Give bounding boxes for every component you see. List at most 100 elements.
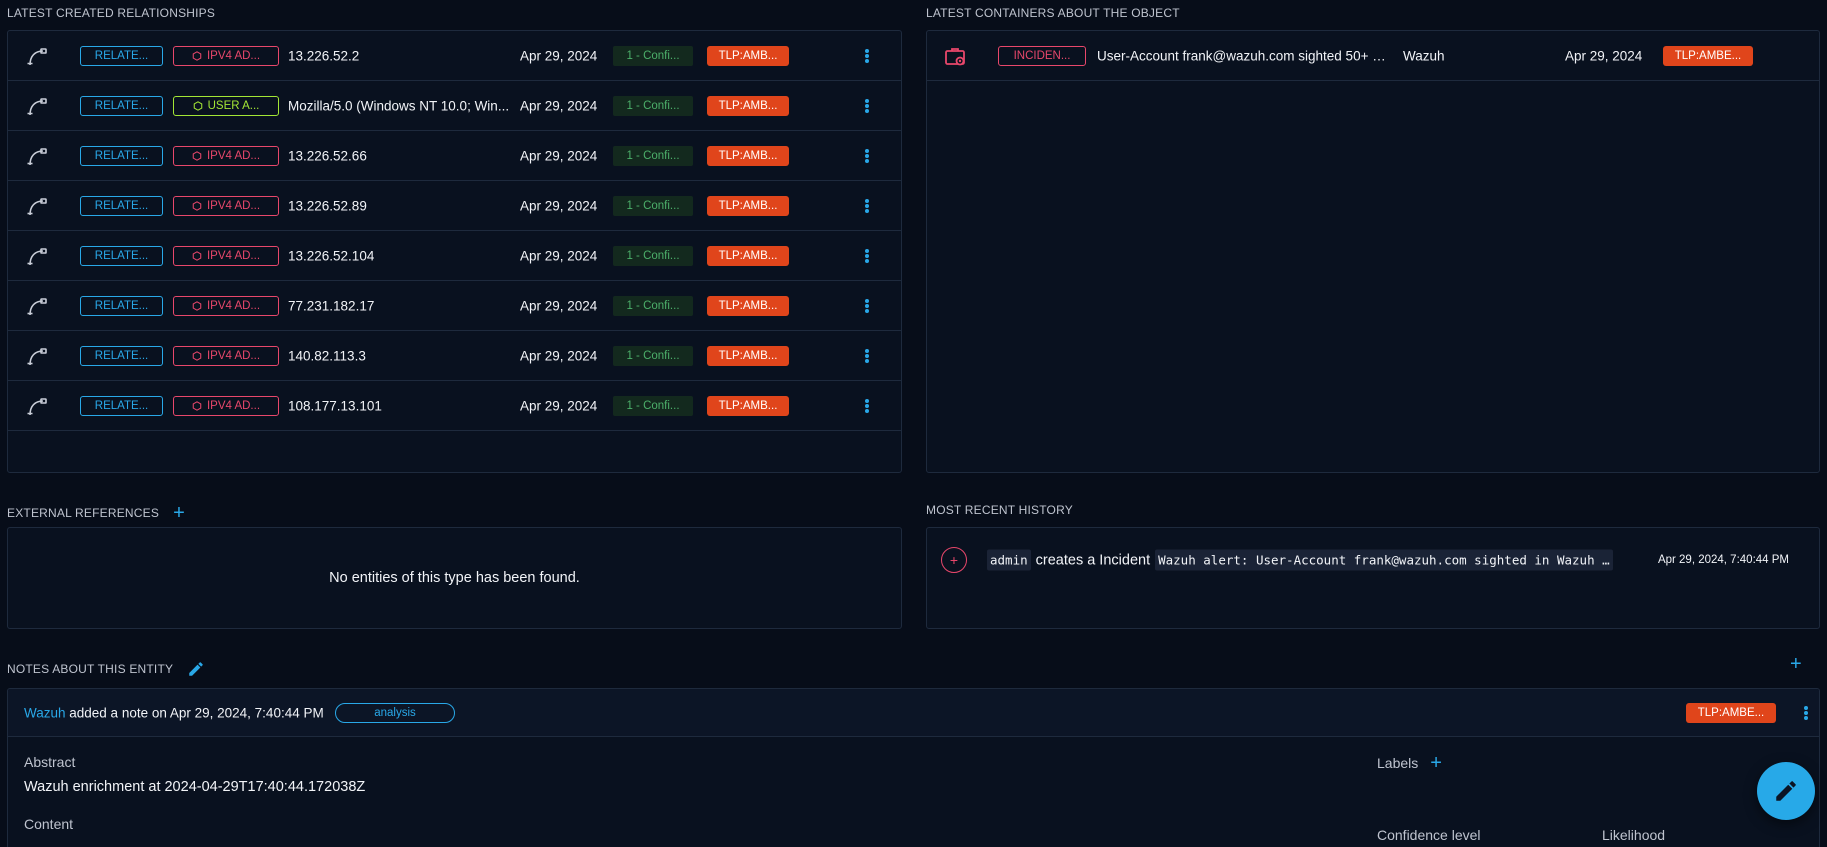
- note-content-label: Content: [24, 816, 74, 832]
- relationship-row[interactable]: RELATE... IPV4 AD... 13.226.52.104 Apr 29, …: [8, 231, 901, 281]
- relationship-row[interactable]: RELATE... IPV4 AD... 13.226.52.2 Apr 29, 20…: [8, 31, 901, 81]
- incident-case-icon: [943, 44, 967, 68]
- edit-fab-button[interactable]: [1757, 762, 1815, 820]
- entity-type-label: IPV4 AD...: [206, 299, 261, 312]
- more-vert-icon[interactable]: [862, 196, 872, 216]
- marking-chip: TLP:AMB...: [707, 395, 789, 416]
- relationship-date: Apr 29, 2024: [520, 348, 598, 363]
- containers-list: INCIDEN... User-Account frank@wazuh.com s…: [927, 31, 1819, 81]
- hexagon-icon: [193, 100, 203, 111]
- relationship-type-chip: RELATE...: [80, 345, 163, 366]
- note-labels-label: Labels: [1377, 755, 1419, 771]
- entity-type-chip: IPV4 AD...: [173, 45, 279, 66]
- containers-title: LATEST CONTAINERS ABOUT THE OBJECT: [926, 6, 1180, 20]
- relationship-icon: [25, 344, 49, 368]
- hexagon-icon: [192, 400, 202, 411]
- relationship-type-chip: RELATE...: [80, 245, 163, 266]
- add-external-reference-button[interactable]: +: [173, 503, 185, 523]
- entity-value: 13.226.52.66: [288, 148, 367, 163]
- marking-chip: TLP:AMB...: [707, 295, 789, 316]
- note-byline: Wazuh added a note on Apr 29, 2024, 7:40…: [24, 705, 324, 720]
- history-target[interactable]: Wazuh alert: User-Account frank@wazuh.co…: [1155, 549, 1614, 571]
- marking-chip: TLP:AMB...: [707, 45, 789, 66]
- note-confidence-label: Confidence level: [1377, 827, 1481, 843]
- entity-value: 13.226.52.2: [288, 48, 360, 63]
- entity-type-label: IPV4 AD...: [206, 399, 261, 412]
- more-vert-icon[interactable]: [862, 396, 872, 416]
- entity-value: Mozilla/5.0 (Windows NT 10.0; Win...: [288, 98, 510, 113]
- add-note-button[interactable]: +: [1790, 654, 1802, 674]
- entity-type-chip: IPV4 AD...: [173, 345, 279, 366]
- marking-chip: TLP:AMB...: [707, 245, 789, 266]
- entity-type-label: IPV4 AD...: [206, 49, 261, 62]
- confidence-chip: 1 - Confi...: [613, 145, 693, 166]
- entity-type-label: IPV4 AD...: [206, 149, 261, 162]
- entity-value: 77.231.182.17: [288, 298, 375, 313]
- relationship-date: Apr 29, 2024: [520, 198, 598, 213]
- hexagon-icon: [192, 350, 202, 361]
- entity-value: 140.82.113.3: [288, 348, 366, 363]
- entity-type-chip: IPV4 AD...: [173, 145, 279, 166]
- note-likelihood-label: Likelihood: [1602, 827, 1666, 843]
- relationship-row[interactable]: RELATE... IPV4 AD... 13.226.52.89 Apr 29, 2…: [8, 181, 901, 231]
- more-vert-icon[interactable]: [862, 296, 872, 316]
- external-references-panel: No entities of this type has been found.: [7, 527, 902, 629]
- entity-type-chip: USER A...: [173, 95, 279, 116]
- relationship-icon: [25, 244, 49, 268]
- relationship-icon: [25, 144, 49, 168]
- container-type-chip: INCIDEN...: [998, 45, 1086, 66]
- external-references-title: EXTERNAL REFERENCES: [7, 506, 160, 520]
- relationship-date: Apr 29, 2024: [520, 48, 598, 63]
- more-vert-icon[interactable]: [862, 46, 872, 66]
- note-labels-header: Labels +: [1377, 753, 1442, 773]
- note-body: Abstract Wazuh enrichment at 2024-04-29T…: [8, 737, 1819, 847]
- entity-value: 13.226.52.89: [288, 198, 367, 213]
- confidence-chip: 1 - Confi...: [613, 295, 693, 316]
- note-author[interactable]: Wazuh: [24, 705, 66, 720]
- pencil-icon: [1773, 778, 1799, 804]
- relationship-row[interactable]: RELATE... IPV4 AD... 13.226.52.66 Apr 29, 2…: [8, 131, 901, 181]
- pencil-icon[interactable]: [187, 660, 205, 678]
- more-vert-icon[interactable]: [862, 146, 872, 166]
- more-vert-icon[interactable]: [862, 96, 872, 116]
- more-vert-icon[interactable]: [862, 246, 872, 266]
- notes-header: NOTES ABOUT THIS ENTITY: [7, 660, 205, 678]
- relationship-icon: [25, 44, 49, 68]
- note-card: Wazuh added a note on Apr 29, 2024, 7:40…: [7, 688, 1820, 847]
- history-date: Apr 29, 2024, 7:40:44 PM: [1657, 554, 1789, 566]
- container-marking-chip: TLP:AMBE...: [1663, 45, 1753, 66]
- relationship-row[interactable]: RELATE... IPV4 AD... 77.231.182.17 Apr 29, …: [8, 281, 901, 331]
- note-more-vert-icon[interactable]: [1801, 703, 1811, 723]
- container-row[interactable]: INCIDEN... User-Account frank@wazuh.com s…: [927, 31, 1819, 81]
- confidence-chip: 1 - Confi...: [613, 345, 693, 366]
- add-label-button[interactable]: +: [1430, 753, 1442, 773]
- relationship-row[interactable]: RELATE... IPV4 AD... 108.177.13.101 Apr 29,…: [8, 381, 901, 431]
- relationship-icon: [25, 94, 49, 118]
- confidence-chip: 1 - Confi...: [613, 395, 693, 416]
- confidence-chip: 1 - Confi...: [613, 45, 693, 66]
- entity-value: 13.226.52.104: [288, 248, 375, 263]
- history-user: admin: [987, 549, 1031, 571]
- history-action: creates a Incident: [1035, 552, 1151, 568]
- more-vert-icon[interactable]: [862, 346, 872, 366]
- plus-circle-icon: +: [941, 547, 967, 573]
- external-references-header: EXTERNAL REFERENCES +: [7, 503, 185, 523]
- relationship-row[interactable]: RELATE... IPV4 AD... 140.82.113.3 Apr 29, 2…: [8, 331, 901, 381]
- containers-panel: INCIDEN... User-Account frank@wazuh.com s…: [926, 30, 1820, 473]
- note-added-text: added a note on Apr 29, 2024, 7:40:44 PM: [65, 705, 324, 720]
- note-abstract-label: Abstract: [24, 754, 76, 770]
- entity-type-label: IPV4 AD...: [206, 249, 261, 262]
- relationship-type-chip: RELATE...: [80, 395, 163, 416]
- relationship-icon: [25, 294, 49, 318]
- hexagon-icon: [192, 250, 202, 261]
- confidence-chip: 1 - Confi...: [613, 195, 693, 216]
- hexagon-icon: [192, 50, 202, 61]
- relationship-date: Apr 29, 2024: [520, 298, 598, 313]
- external-references-empty-message: No entities of this type has been found.: [329, 570, 580, 586]
- relationships-panel: RELATE... IPV4 AD... 13.226.52.2 Apr 29, 20…: [7, 30, 902, 473]
- relationship-date: Apr 29, 2024: [520, 148, 598, 163]
- relationship-row[interactable]: RELATE... USER A... Mozilla/5.0 (Windows N…: [8, 81, 901, 131]
- hexagon-icon: [192, 300, 202, 311]
- relationships-list: RELATE... IPV4 AD... 13.226.52.2 Apr 29, 20…: [8, 31, 901, 431]
- relationship-type-chip: RELATE...: [80, 295, 163, 316]
